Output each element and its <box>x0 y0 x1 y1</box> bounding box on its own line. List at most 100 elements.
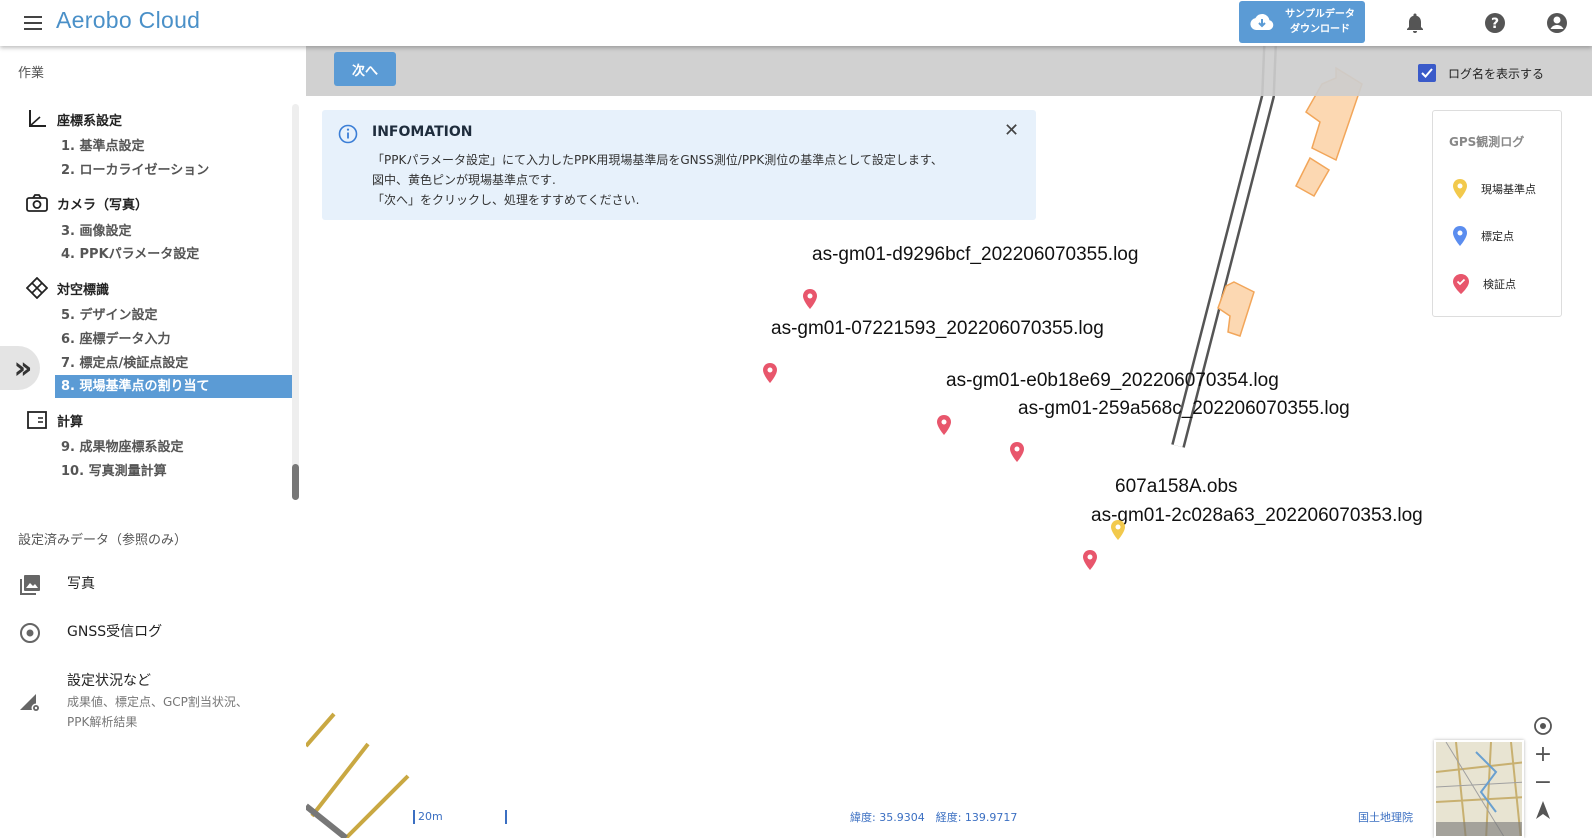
log-label: as-gm01-07221593_202206070355.log <box>771 318 1104 339</box>
gps-log-legend: GPS観測ログ 現場基準点 標定点 検証点 <box>1432 110 1562 317</box>
next-button[interactable]: 次へ <box>334 52 396 86</box>
step-label: 現場基準点の割り当て <box>79 379 210 394</box>
log-label: as-gm01-259a568c_202206070355.log <box>1018 398 1350 419</box>
sample-data-download-button[interactable]: サンプルデータ ダウンロード <box>1239 1 1365 43</box>
step-2[interactable]: 2. ローカライゼーション <box>55 159 292 182</box>
download-label-line2: ダウンロード <box>1290 24 1350 35</box>
account-icon[interactable] <box>1545 11 1569 35</box>
map-attribution-link[interactable]: 国土地理院 <box>1358 809 1413 825</box>
checkpoint-pin-icon[interactable] <box>1083 550 1097 570</box>
bell-icon[interactable] <box>1403 11 1427 35</box>
compass-north-icon[interactable] <box>1532 799 1554 821</box>
step-number: 9. <box>61 440 75 455</box>
show-log-names-checkbox[interactable] <box>1418 64 1436 82</box>
map-toolbar: 次へ ログ名を表示する <box>306 46 1592 96</box>
step-7[interactable]: 7. 標定点/検証点設定 <box>55 352 292 375</box>
building-polygon <box>1295 156 1331 198</box>
legend-label: 検証点 <box>1483 278 1516 291</box>
zoom-out-icon[interactable]: − <box>1532 770 1554 795</box>
locate-icon[interactable] <box>1532 715 1554 737</box>
checkpoint-pin-icon[interactable] <box>803 289 817 309</box>
yellow-pin-icon <box>1453 179 1467 199</box>
gnss-target-icon <box>18 621 42 645</box>
group-camera[interactable]: カメラ（写真） <box>26 192 148 214</box>
step-label: PPKパラメータ設定 <box>79 247 200 262</box>
reference-settings-status[interactable]: 設定状況など 成果値、標定点、GCP割当状況、 PPK解析結果 <box>18 670 248 732</box>
step-number: 3. <box>61 224 75 239</box>
step-3[interactable]: 3. 画像設定 <box>55 220 292 243</box>
step-label: 画像設定 <box>79 224 132 239</box>
help-icon[interactable]: ? <box>1483 11 1507 35</box>
step-number: 4. <box>61 247 75 262</box>
site-base-pin-icon[interactable] <box>1111 520 1125 540</box>
legend-label: 現場基準点 <box>1481 183 1536 196</box>
top-app-bar: Aerobo Cloud サンプルデータ ダウンロード ? <box>0 0 1592 46</box>
legend-title: GPS観測ログ <box>1449 135 1525 149</box>
step-number: 7. <box>61 356 75 371</box>
info-title: INFOMATION <box>372 124 473 140</box>
step-1[interactable]: 1. 基準点設定 <box>55 135 292 158</box>
legend-label: 標定点 <box>1481 230 1514 243</box>
checkpoint-pin-icon[interactable] <box>1010 442 1024 462</box>
checkpoint-pin-icon[interactable] <box>937 415 951 435</box>
group-label: 対空標識 <box>57 282 110 298</box>
hamburger-menu-icon[interactable] <box>20 10 46 36</box>
info-icon <box>338 124 358 144</box>
road-line <box>306 803 348 838</box>
step-number: 1. <box>61 139 75 154</box>
svg-text:?: ? <box>1491 16 1499 32</box>
log-label: 607a158A.obs <box>1115 476 1238 497</box>
step-5[interactable]: 5. デザイン設定 <box>55 304 292 327</box>
step-label: 座標データ入力 <box>79 332 171 347</box>
show-log-names-label: ログ名を表示する <box>1448 66 1545 81</box>
step-4[interactable]: 4. PPKパラメータ設定 <box>55 243 292 266</box>
overview-minimap[interactable] <box>1434 740 1524 838</box>
step-label: 標定点/検証点設定 <box>79 356 189 371</box>
sidebar-scrollbar-track[interactable] <box>292 104 299 500</box>
photo-library-icon <box>18 573 42 597</box>
zoom-in-icon[interactable]: + <box>1532 742 1554 767</box>
legend-item-checkpoint: 検証点 <box>1453 274 1516 294</box>
info-body: 「PPKパラメータ設定」にて入力したPPK用現場基準局をGNSS測位/PPK測位… <box>372 153 943 207</box>
target-marker-icon <box>26 277 48 299</box>
group-label: 計算 <box>57 414 84 430</box>
app-title[interactable]: Aerobo Cloud <box>56 7 200 34</box>
log-label: as-gm01-e0b18e69_202206070354.log <box>946 370 1279 391</box>
reference-sub-line1: 成果値、標定点、GCP割当状況、 <box>67 695 248 709</box>
step-8-active[interactable]: 8. 現場基準点の割り当て <box>55 375 292 398</box>
close-icon[interactable]: ✕ <box>1004 120 1019 141</box>
road-line <box>306 712 336 748</box>
step-10[interactable]: 10. 写真測量計算 <box>55 460 292 483</box>
reference-gnss-logs[interactable]: GNSS受信ログ <box>18 621 162 645</box>
blue-pin-icon <box>1453 226 1467 246</box>
step-9[interactable]: 9. 成果物座標系設定 <box>55 436 292 459</box>
checkpoint-pin-icon[interactable] <box>763 363 777 383</box>
step-number: 8. <box>61 379 75 394</box>
step-label: 成果物座標系設定 <box>79 440 184 455</box>
show-log-names-toggle[interactable]: ログ名を表示する <box>1418 64 1544 82</box>
download-label-line1: サンプルデータ <box>1285 9 1355 20</box>
step-6[interactable]: 6. 座標データ入力 <box>55 328 292 351</box>
cloud-download-icon <box>1250 13 1274 30</box>
group-label: カメラ（写真） <box>57 197 149 213</box>
scale-label: 20m <box>418 810 443 823</box>
group-aerial-marker[interactable]: 対空標識 <box>26 277 109 299</box>
reference-sub-line2: PPK解析結果 <box>67 715 138 729</box>
section-reference-heading: 設定済みデータ（参照のみ） <box>18 533 188 548</box>
step-label: 写真測量計算 <box>88 464 167 479</box>
info-banner: INFOMATION 「PPKパラメータ設定」にて入力したPPK用現場基準局をG… <box>322 110 1036 220</box>
step-label: ローカライゼーション <box>79 163 210 178</box>
step-label: デザイン設定 <box>79 308 158 323</box>
coordinate-readout: 緯度: 35.9304 経度: 139.9717 <box>850 811 1018 824</box>
group-coordinate-system[interactable]: 座標系設定 <box>26 108 122 130</box>
map-view[interactable]: 次へ ログ名を表示する INFOMATION 「PPKパラメータ設定」にて入力し… <box>306 46 1592 838</box>
reference-photos[interactable]: 写真 <box>18 573 95 597</box>
sidebar-scrollbar-thumb[interactable] <box>292 464 299 500</box>
group-calculation[interactable]: 計算 <box>26 409 83 431</box>
log-label: as-gm01-2c028a63_202206070353.log <box>1091 505 1423 526</box>
step-number: 10. <box>61 464 85 479</box>
sidebar: 作業 座標系設定 1. 基準点設定 2. ローカライゼーション カメラ（写真） … <box>0 46 306 838</box>
step-number: 6. <box>61 332 75 347</box>
calculator-icon <box>26 409 48 431</box>
legend-item-gcp: 標定点 <box>1453 226 1514 246</box>
